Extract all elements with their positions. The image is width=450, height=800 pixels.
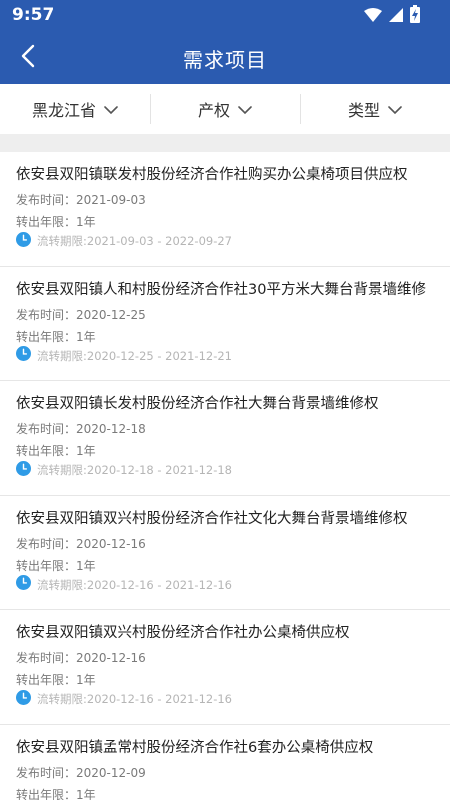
item-period: 流转期限:2020-12-16 - 2021-12-16 — [37, 577, 232, 592]
item-publish-time: 发布时间：2021-09-03 — [16, 193, 146, 207]
clock-icon — [16, 460, 31, 480]
item-years: 转出年限：1年 — [16, 558, 96, 573]
list-item[interactable]: 依安县双阳镇双兴村股份经济合作社文化大舞台背景墙维修权 发布时间：2020-12… — [0, 496, 450, 610]
item-period-row: 流转期限:2020-12-25 - 2021-12-21 — [16, 346, 450, 365]
project-list[interactable]: 依安县双阳镇联发村股份经济合作社购买办公桌椅项目供应权 发布时间：2021-09… — [0, 152, 450, 800]
status-bar: 9:57 — [0, 0, 450, 32]
list-item[interactable]: 依安县双阳镇双兴村股份经济合作社办公桌椅供应权 发布时间：2020-12-16 … — [0, 610, 450, 725]
chevron-down-icon — [238, 100, 252, 119]
status-icons — [364, 5, 420, 27]
app-bar: 需求项目 — [0, 32, 450, 84]
list-item[interactable]: 依安县双阳镇长发村股份经济合作社大舞台背景墙维修权 发布时间：2020-12-1… — [0, 381, 450, 496]
item-publish-time: 发布时间：2020-12-16 — [16, 536, 146, 551]
filter-label: 产权 — [197, 101, 230, 120]
item-years: 转出年限：1年 — [16, 329, 96, 344]
status-time: 9:57 — [12, 5, 55, 25]
clock-icon — [16, 346, 31, 365]
item-publish-time: 发布时间：2020-12-18 — [16, 422, 146, 436]
item-title: 依安县双阳镇孟常村股份经济合作社6套办公桌椅供应权 — [16, 739, 374, 756]
item-years: 转出年限：1年 — [16, 215, 96, 229]
item-title: 依安县双阳镇双兴村股份经济合作社文化大舞台背景墙维修权 — [16, 510, 408, 527]
filter-province[interactable]: 黑龙江省 — [0, 84, 150, 134]
item-years: 转出年限：1年 — [16, 673, 96, 687]
item-period: 流转期限:2020-12-18 - 2021-12-18 — [37, 463, 232, 477]
clock-icon — [16, 575, 31, 594]
chevron-down-icon — [388, 100, 402, 119]
item-publish-time: 发布时间：2020-12-09 — [16, 765, 146, 780]
section-divider — [0, 134, 450, 152]
list-item[interactable]: 依安县双阳镇孟常村股份经济合作社6套办公桌椅供应权 发布时间：2020-12-0… — [0, 725, 450, 800]
item-period-row: 流转期限:2021-09-03 - 2022-09-27 — [16, 231, 450, 251]
item-title: 依安县双阳镇长发村股份经济合作社大舞台背景墙维修权 — [16, 396, 379, 412]
wifi-icon — [364, 7, 382, 26]
clock-icon — [16, 689, 31, 709]
filter-type[interactable]: 类型 — [300, 84, 450, 134]
item-years: 转出年限：1年 — [16, 444, 96, 458]
item-period-row: 流转期限:2020-12-16 - 2021-12-16 — [16, 689, 450, 709]
signal-icon — [389, 7, 403, 26]
list-item[interactable]: 依安县双阳镇人和村股份经济合作社30平方米大舞台背景墙维修 发布时间：2020-… — [0, 267, 450, 381]
clock-icon — [16, 231, 31, 251]
item-period-row: 流转期限:2020-12-18 - 2021-12-18 — [16, 460, 450, 480]
item-title: 依安县双阳镇人和村股份经济合作社30平方米大舞台背景墙维修 — [16, 281, 426, 298]
item-years: 转出年限：1年 — [16, 787, 96, 800]
item-period: 流转期限:2021-09-03 - 2022-09-27 — [37, 234, 232, 248]
item-title: 依安县双阳镇双兴村股份经济合作社办公桌椅供应权 — [16, 625, 350, 641]
item-publish-time: 发布时间：2020-12-25 — [16, 307, 146, 322]
item-title: 依安县双阳镇联发村股份经济合作社购买办公桌椅项目供应权 — [16, 167, 408, 183]
item-period-row: 流转期限:2020-12-16 - 2021-12-16 — [16, 575, 450, 594]
item-period: 流转期限:2020-12-16 - 2021-12-16 — [37, 692, 232, 706]
filter-label: 黑龙江省 — [31, 101, 96, 120]
item-period: 流转期限:2020-12-25 - 2021-12-21 — [37, 348, 232, 363]
item-publish-time: 发布时间：2020-12-16 — [16, 651, 146, 665]
filter-property-right[interactable]: 产权 — [150, 84, 300, 134]
chevron-down-icon — [104, 100, 118, 119]
filter-bar: 黑龙江省 产权 类型 — [0, 84, 450, 134]
battery-charging-icon — [410, 5, 420, 27]
filter-label: 类型 — [347, 101, 380, 120]
list-item[interactable]: 依安县双阳镇联发村股份经济合作社购买办公桌椅项目供应权 发布时间：2021-09… — [0, 152, 450, 267]
page-title: 需求项目 — [183, 48, 267, 72]
